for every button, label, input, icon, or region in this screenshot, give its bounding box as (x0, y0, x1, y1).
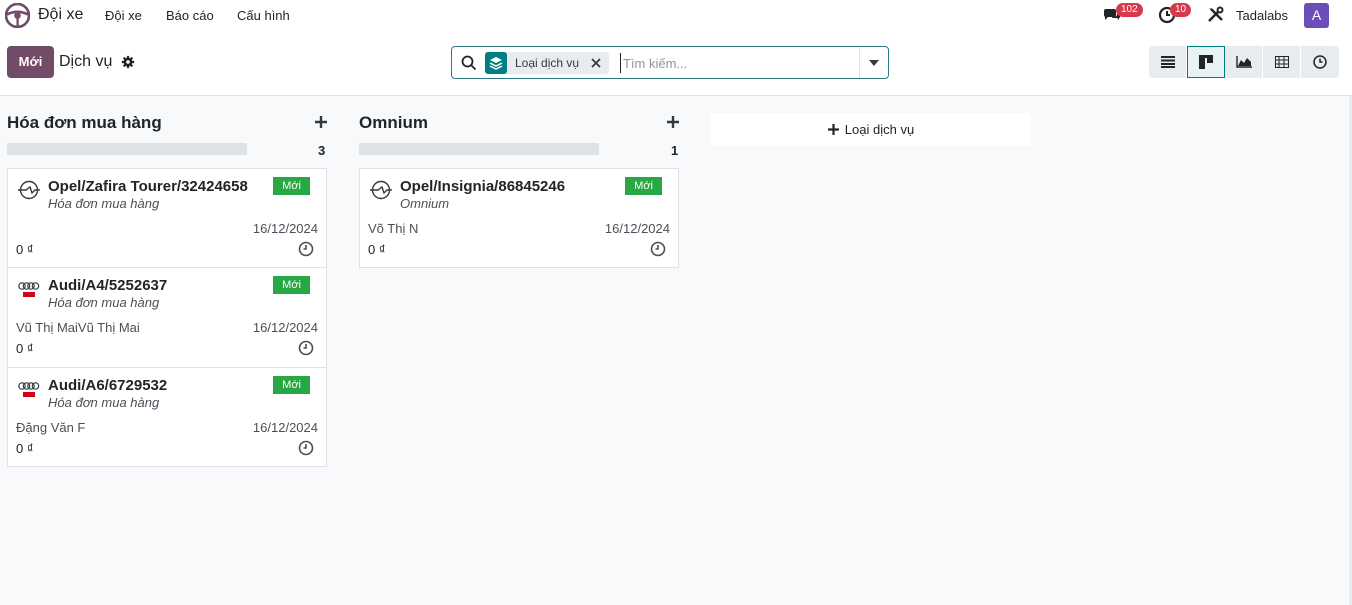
card-person: Vũ Thị MaiVũ Thị Mai (16, 320, 140, 335)
plus-icon[interactable] (314, 115, 328, 129)
new-button[interactable]: Mới (7, 46, 54, 78)
facet-label: Loại dịch vụ (515, 56, 580, 70)
kanban-card[interactable]: Opel/Insignia/86845246 Mới Omnium Võ Thị… (359, 168, 679, 268)
user-avatar[interactable]: A (1304, 3, 1329, 28)
messages-count-badge: 102 (1116, 3, 1143, 17)
status-tag: Mới (273, 177, 310, 195)
app-name[interactable]: Đội xe (38, 6, 83, 24)
card-amount: 0 ₫ (16, 242, 34, 257)
card-subtitle: Omnium (400, 196, 450, 211)
status-tag: Mới (273, 276, 310, 294)
activity-clock-icon[interactable] (298, 241, 314, 257)
page-title: Dịch vụ (59, 53, 113, 70)
list-view-button[interactable] (1149, 46, 1187, 78)
menu-item-configuration[interactable]: Cấu hình (237, 8, 290, 23)
card-date: 16/12/2024 (604, 221, 670, 236)
card-title: Audi/A4/5252637 (48, 277, 168, 294)
audi-logo-icon (18, 382, 40, 397)
graph-view-button[interactable] (1225, 46, 1263, 78)
clock-icon (1313, 55, 1327, 69)
activity-clock-icon[interactable] (650, 241, 666, 257)
activity-view-button[interactable] (1301, 46, 1339, 78)
steering-wheel-icon[interactable] (5, 3, 30, 28)
search-icon[interactable] (461, 55, 477, 71)
remove-facet-close-icon[interactable] (587, 54, 605, 72)
add-column-label: Loại dịch vụ (844, 122, 915, 137)
card-subtitle: Hóa đơn mua hàng (48, 196, 160, 211)
card-date: 16/12/2024 (252, 320, 318, 335)
add-column-button[interactable]: Loại dịch vụ (711, 113, 1031, 146)
menu-item-fleet[interactable]: Đội xe (105, 8, 142, 23)
area-chart-icon (1235, 56, 1252, 68)
card-title: Audi/A6/6729532 (48, 377, 168, 394)
kanban-card[interactable]: Audi/A6/6729532 Mới Hóa đơn mua hàng Đặn… (7, 367, 327, 467)
kanban-view-button[interactable] (1187, 46, 1225, 78)
kanban-icon (1199, 55, 1213, 69)
status-tag: Mới (273, 376, 310, 394)
caret-down-icon (869, 59, 879, 66)
card-person: Võ Thị N (368, 221, 419, 236)
column-title: Hóa đơn mua hàng (7, 113, 162, 132)
search-options-toggle[interactable] (859, 47, 888, 78)
activities-count-badge: 10 (1170, 3, 1192, 17)
card-amount: 0 ₫ (16, 341, 34, 356)
activity-clock-icon[interactable] (298, 440, 314, 456)
audi-logo-icon (18, 282, 40, 297)
table-icon (1274, 56, 1289, 68)
card-amount: 0 ₫ (368, 242, 386, 257)
card-subtitle: Hóa đơn mua hàng (48, 395, 160, 410)
control-panel: Mới Dịch vụ Loại dịch vụ (0, 30, 1352, 96)
top-navbar: Đội xe Đội xe Báo cáo Cấu hình 102 10 Ta… (0, 0, 1352, 30)
kanban-card[interactable]: Audi/A4/5252637 Mới Hóa đơn mua hàng Vũ … (7, 267, 327, 368)
opel-logo-icon (370, 180, 392, 200)
card-date: 16/12/2024 (252, 420, 318, 435)
tools-icon[interactable] (1206, 5, 1226, 25)
status-tag: Mới (625, 177, 662, 195)
column-title: Omnium (359, 113, 428, 132)
group-by-layers-icon (485, 52, 507, 74)
plus-icon[interactable] (666, 115, 680, 129)
company-name[interactable]: Tadalabs (1236, 8, 1288, 23)
card-title: Opel/Zafira Tourer/32424658 (48, 178, 248, 195)
card-title: Opel/Insignia/86845246 (400, 178, 566, 195)
pivot-view-button[interactable] (1263, 46, 1301, 78)
gear-icon[interactable] (121, 55, 135, 69)
search-facet: Loại dịch vụ (485, 52, 610, 74)
plus-icon (827, 124, 839, 135)
menu-item-reports[interactable]: Báo cáo (166, 8, 214, 23)
card-date: 16/12/2024 (252, 221, 318, 236)
search-input[interactable] (620, 53, 856, 73)
card-amount: 0 ₫ (16, 441, 34, 456)
search-bar: Loại dịch vụ (451, 46, 889, 79)
card-subtitle: Hóa đơn mua hàng (48, 295, 160, 310)
opel-logo-icon (18, 180, 40, 200)
column-count: 3 (318, 143, 326, 158)
column-progress-bar[interactable] (7, 143, 247, 155)
column-progress-bar[interactable] (359, 143, 599, 155)
card-person: Đặng Văn F (16, 420, 86, 435)
list-icon (1160, 56, 1175, 68)
activity-clock-icon[interactable] (298, 340, 314, 356)
column-count: 1 (671, 143, 679, 158)
kanban-card[interactable]: Opel/Zafira Tourer/32424658 Mới Hóa đơn … (7, 168, 327, 268)
view-switcher (1149, 46, 1339, 78)
